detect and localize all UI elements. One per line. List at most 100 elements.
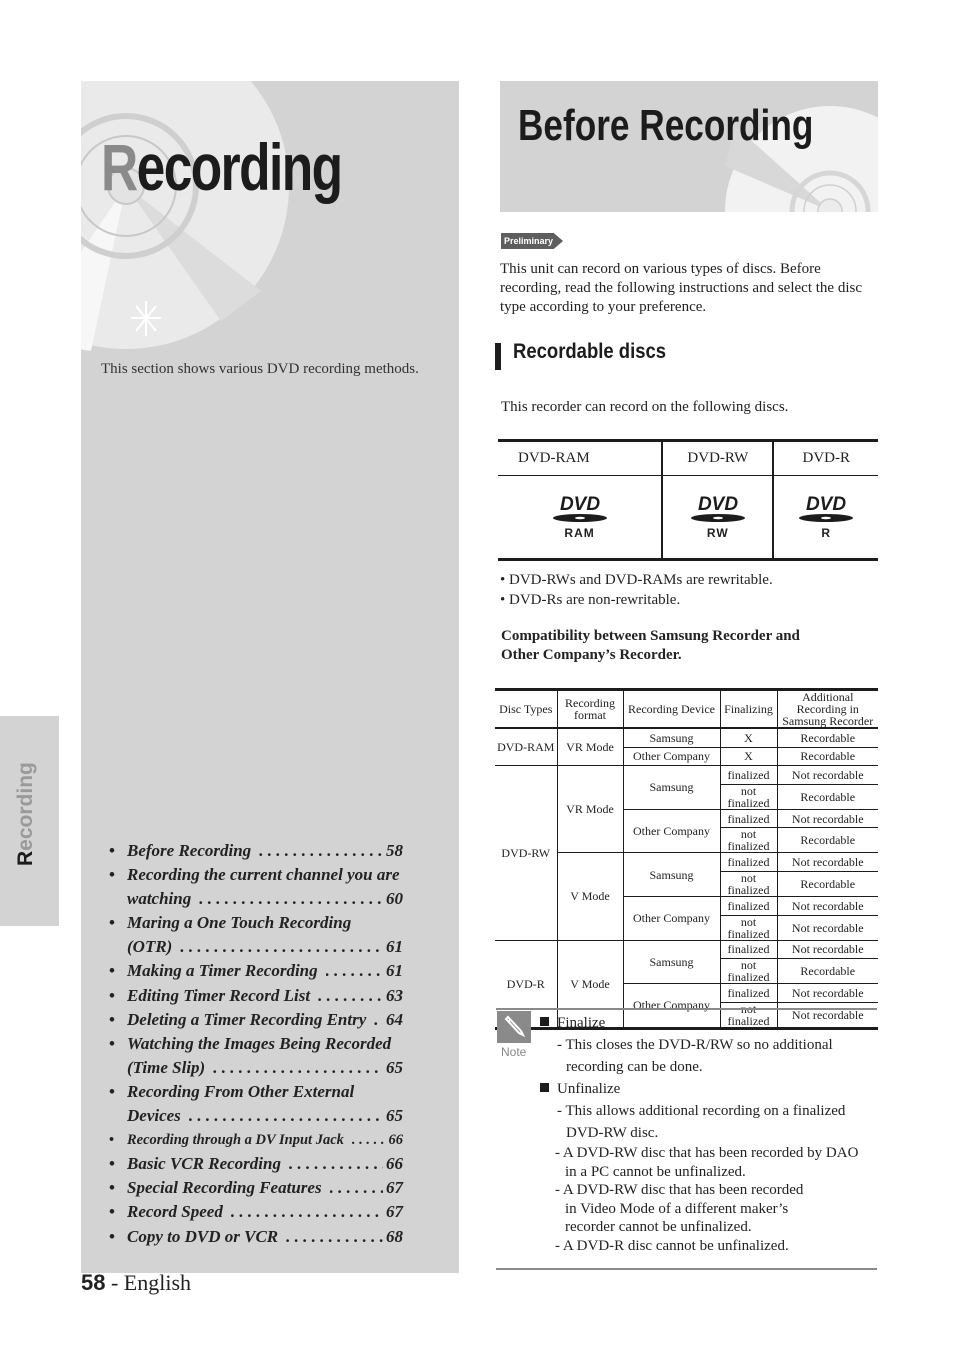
rewritable-notes: • DVD-RWs and DVD-RAMs are rewritable. •… xyxy=(500,571,773,610)
toc-item-label: (OTR) xyxy=(127,937,173,957)
cell-additional: Recordable xyxy=(776,728,878,748)
cell-finalizing: finalized xyxy=(719,896,777,916)
column-header: Additional Recording in Samsung Recorder xyxy=(776,689,878,729)
toc-item-label: Record Speed xyxy=(127,1202,223,1222)
toc-item-label: Deleting a Timer Recording Entry xyxy=(127,1009,367,1029)
compatibility-title: Compatibility between Samsung Recorder a… xyxy=(501,628,800,663)
toc-item[interactable]: Copy to DVD or VCR 68 xyxy=(109,1225,403,1249)
cell-finalizing: not finalized xyxy=(719,827,777,854)
table-row: DVD-RW VR Mode Samsung finalized Not recorda… xyxy=(495,765,878,941)
toc-leader xyxy=(189,1104,383,1128)
note-label: Note xyxy=(501,1045,527,1059)
toc-leader xyxy=(286,1225,383,1249)
toc-item[interactable]: Recording through a DV Input Jack 66 xyxy=(109,1128,403,1152)
toc-item-label: watching xyxy=(127,889,192,909)
toc-item-label: Basic VCR Recording xyxy=(127,1154,281,1174)
chapter-title-rest: ecording xyxy=(136,130,343,204)
section-header: Before Recording xyxy=(500,81,878,212)
page-number: 58 xyxy=(81,1270,106,1295)
cell-format: VR Mode xyxy=(556,765,623,854)
toc-leader xyxy=(259,839,383,863)
cell-device: Samsung xyxy=(622,728,720,748)
toc-item-label: Recording the current channel you are xyxy=(127,865,400,885)
toc-item-label: Maring a One Touch Recording xyxy=(127,913,352,933)
table-row: DVD-RAM VR Mode Samsung X Recordable xyxy=(495,728,878,767)
toc-item[interactable]: Recording From Other External Devices 65 xyxy=(109,1080,403,1128)
toc-item[interactable]: Record Speed 67 xyxy=(109,1200,403,1224)
note-text: recorder cannot be unfinalized. xyxy=(565,1219,752,1235)
chapter-panel: Recording This section shows various DVD… xyxy=(81,81,459,1273)
toc-item[interactable]: Editing Timer Record List 63 xyxy=(109,984,403,1008)
toc-item[interactable]: Watching the Images Being Recorded (Time … xyxy=(109,1032,403,1080)
toc-item-label: Devices xyxy=(127,1106,181,1126)
cell-finalizing: finalized xyxy=(719,852,777,872)
toc-leader xyxy=(326,959,383,983)
chapter-title: Recording xyxy=(101,129,343,205)
compatibility-table: Disc Types Recording format Recording Devi… xyxy=(495,688,878,1030)
list-item: • DVD-RWs and DVD-RAMs are rewritable. xyxy=(500,572,773,588)
toc-leader xyxy=(213,1056,383,1080)
disc-header: DVD-RW xyxy=(661,440,774,476)
toc-page-number: 61 xyxy=(386,961,403,981)
toc-page-number: 66 xyxy=(386,1154,403,1174)
toc-leader xyxy=(199,887,383,911)
cell-finalizing: not finalized xyxy=(719,915,777,941)
dvd-ram-logo-icon: DVD RAM xyxy=(551,493,609,540)
side-tab: Recording xyxy=(0,716,59,926)
toc-page-number: 60 xyxy=(386,889,403,909)
note-body: Finalize - This closes the DVD-R/RW so no… xyxy=(540,1012,880,1255)
cell-finalizing: X xyxy=(719,728,777,748)
cell-additional: Recordable xyxy=(776,747,878,767)
column-header: Finalizing xyxy=(719,689,777,729)
toc-leader xyxy=(289,1152,383,1176)
toc-item[interactable]: Before Recording 58 xyxy=(109,839,403,863)
svg-text:DVD: DVD xyxy=(806,494,846,515)
toc-item[interactable]: Maring a One Touch Recording (OTR) 61 xyxy=(109,911,403,959)
cell-device: Samsung xyxy=(622,852,720,897)
toc-item-label: Recording through a DV Input Jack xyxy=(127,1132,344,1149)
dvd-rw-logo-icon: DVD RW xyxy=(689,493,747,540)
cell-finalizing: not finalized xyxy=(719,958,777,985)
table-of-contents: Before Recording 58 Recording the current … xyxy=(109,839,403,1249)
cell-finalizing: finalized xyxy=(719,809,777,829)
cell-additional: Not recordable xyxy=(776,765,878,785)
note-divider xyxy=(496,1268,877,1270)
toc-page-number: 63 xyxy=(386,985,403,1005)
recorder-paragraph: This recorder can record on the followin… xyxy=(501,399,789,415)
note-text: DVD-RW disc. xyxy=(566,1125,659,1141)
cell-additional: Not recordable xyxy=(776,852,878,872)
square-bullet-icon xyxy=(540,1083,549,1092)
list-item: • DVD-Rs are non-rewritable. xyxy=(500,591,681,608)
chapter-title-initial: R xyxy=(101,130,138,204)
toc-item[interactable]: Deleting a Timer Recording Entry 64 xyxy=(109,1008,403,1032)
subheading-recordable-discs: Recordable discs xyxy=(513,340,667,363)
note-heading: Unfinalize xyxy=(540,1078,880,1100)
note-text: in Video Mode of a different maker’s xyxy=(565,1200,789,1217)
toc-item-label: Watching the Images Being Recorded xyxy=(127,1033,392,1053)
toc-item-label: Copy to DVD or VCR xyxy=(127,1226,279,1246)
side-tab-label: Recording xyxy=(14,762,37,866)
toc-leader xyxy=(374,1008,383,1032)
toc-page-number: 67 xyxy=(386,1178,403,1198)
toc-item[interactable]: Making a Timer Recording 61 xyxy=(109,959,403,983)
toc-item-label: Recording From Other External xyxy=(127,1081,355,1101)
toc-item[interactable]: Special Recording Features 67 xyxy=(109,1176,403,1200)
page-footer: 58 - English xyxy=(81,1270,191,1296)
note-text: - A DVD-RW disc that has been recorded b… xyxy=(555,1145,859,1161)
page-language: - English xyxy=(105,1270,192,1295)
toc-page-number: 66 xyxy=(388,1132,404,1149)
note-text: - This allows additional recording on a … xyxy=(557,1103,846,1119)
section-title: Before Recording xyxy=(518,101,814,150)
toc-item[interactable]: Recording the current channel you are wat… xyxy=(109,863,403,911)
cell-additional: Not recordable xyxy=(776,896,878,916)
toc-leader xyxy=(318,984,383,1008)
toc-item-label: Editing Timer Record List xyxy=(127,985,311,1005)
cell-finalizing: finalized xyxy=(719,983,777,1003)
chapter-description: This section shows various DVD recording… xyxy=(101,361,419,377)
cell-finalizing: not finalized xyxy=(719,871,777,897)
toc-item[interactable]: Basic VCR Recording 66 xyxy=(109,1152,403,1176)
cell-finalizing: finalized xyxy=(719,940,777,960)
toc-page-number: 68 xyxy=(386,1226,403,1246)
cell-format: VR Mode xyxy=(556,728,623,767)
disc-header: DVD-R xyxy=(772,440,878,476)
